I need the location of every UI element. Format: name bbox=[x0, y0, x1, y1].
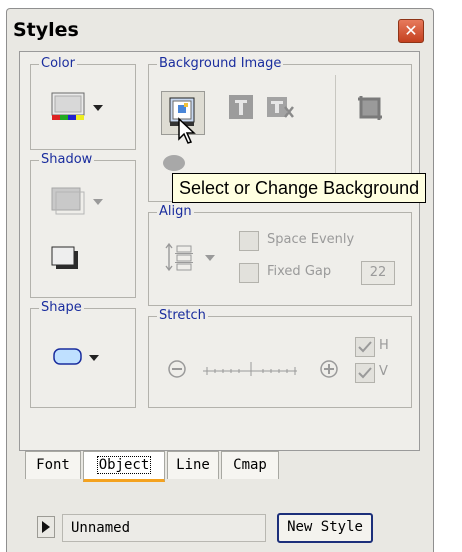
tab-cmap[interactable]: Cmap bbox=[221, 451, 279, 479]
stretch-group: Stretch H V bbox=[148, 308, 412, 408]
shadow-legend: Shadow bbox=[39, 152, 95, 168]
shadow-dropdown[interactable] bbox=[51, 185, 111, 221]
new-style-button[interactable]: New Style bbox=[277, 513, 373, 543]
styles-panel: Styles ✕ Color Shadow Shape Background I… bbox=[6, 8, 434, 552]
tab-object[interactable]: Object bbox=[83, 451, 165, 482]
chevron-down-icon bbox=[93, 105, 103, 111]
color-swatch-icon bbox=[51, 92, 85, 120]
tab-line-label: Line bbox=[176, 457, 210, 473]
drop-shadow-icon[interactable] bbox=[51, 245, 81, 273]
play-icon bbox=[42, 521, 50, 533]
align-distribute-icon bbox=[165, 242, 193, 272]
checkmark-icon bbox=[358, 341, 372, 353]
space-evenly-checkbox[interactable] bbox=[239, 231, 259, 251]
stretch-legend: Stretch bbox=[157, 308, 208, 324]
stretch-slider[interactable] bbox=[199, 359, 303, 379]
panel-title: Styles bbox=[13, 19, 79, 41]
color-group: Color bbox=[30, 56, 136, 150]
close-icon: ✕ bbox=[404, 21, 418, 40]
shadow-icon bbox=[51, 187, 85, 215]
zoom-in-icon[interactable] bbox=[319, 359, 339, 379]
text-t-icon bbox=[229, 95, 253, 119]
chevron-down-icon bbox=[93, 199, 103, 205]
tab-object-label: Object bbox=[96, 456, 152, 474]
mouse-cursor-icon bbox=[178, 117, 196, 144]
stretch-v-label: V bbox=[379, 364, 388, 379]
stretch-v-checkbox[interactable] bbox=[355, 363, 375, 383]
chevron-down-icon bbox=[205, 255, 215, 261]
tab-cmap-label: Cmap bbox=[233, 457, 267, 473]
zoom-out-icon[interactable] bbox=[167, 359, 187, 379]
tab-font[interactable]: Font bbox=[25, 451, 81, 479]
ellipse-icon bbox=[163, 155, 185, 171]
tab-font-label: Font bbox=[36, 457, 70, 473]
close-button[interactable]: ✕ bbox=[398, 19, 424, 43]
stretch-h-checkbox[interactable] bbox=[355, 337, 375, 357]
tab-bar: Font Object Line Cmap bbox=[25, 451, 325, 487]
background-image-legend: Background Image bbox=[157, 56, 284, 72]
crop-image-button[interactable] bbox=[355, 93, 389, 127]
image-option-button[interactable] bbox=[161, 153, 189, 175]
tooltip: Select or Change Background bbox=[172, 173, 427, 203]
expand-style-button[interactable] bbox=[37, 516, 55, 538]
fixed-gap-input[interactable]: 22 bbox=[361, 261, 395, 285]
color-dropdown[interactable] bbox=[51, 91, 111, 127]
remove-text-icon bbox=[267, 97, 294, 118]
fixed-gap-value: 22 bbox=[369, 265, 387, 280]
stretch-h-label: H bbox=[379, 338, 389, 353]
align-group: Align Space Evenly Fixed Gap 22 bbox=[148, 204, 412, 306]
align-dropdown[interactable] bbox=[165, 241, 221, 275]
shadow-group: Shadow bbox=[30, 152, 136, 298]
rounded-rectangle-icon bbox=[53, 348, 82, 365]
checkmark-icon bbox=[358, 367, 372, 379]
remove-background-button[interactable] bbox=[265, 93, 299, 127]
chevron-down-icon bbox=[89, 355, 99, 361]
color-legend: Color bbox=[39, 56, 77, 72]
align-legend: Align bbox=[157, 204, 194, 220]
shape-dropdown[interactable] bbox=[53, 347, 113, 377]
background-text-button[interactable] bbox=[227, 93, 257, 127]
tab-line[interactable]: Line bbox=[167, 451, 219, 479]
object-tab-content: Color Shadow Shape Background Image Alig… bbox=[19, 51, 420, 451]
space-evenly-label: Space Evenly bbox=[267, 232, 355, 247]
fixed-gap-checkbox[interactable] bbox=[239, 263, 259, 283]
shape-legend: Shape bbox=[39, 300, 84, 316]
shape-group: Shape bbox=[30, 300, 136, 408]
fixed-gap-label: Fixed Gap bbox=[267, 264, 332, 279]
crop-icon bbox=[358, 96, 382, 120]
style-name-field[interactable]: Unnamed bbox=[62, 514, 266, 542]
